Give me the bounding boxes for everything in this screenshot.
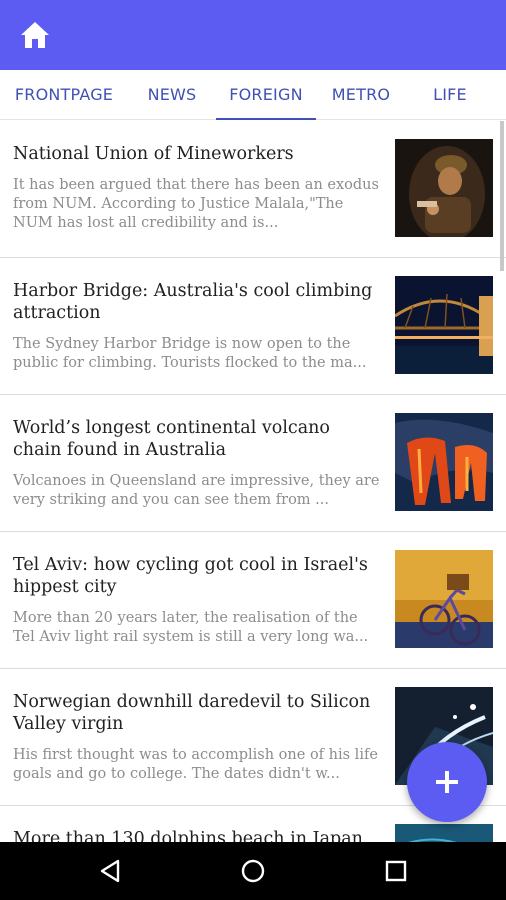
article-summary: It has been argued that there has been a…: [13, 177, 379, 231]
home-icon: [21, 22, 49, 48]
article-item[interactable]: World’s longest continental volcano chai…: [0, 395, 506, 532]
article-item[interactable]: National Union of Mineworkers It has bee…: [0, 121, 506, 258]
article-title: Harbor Bridge: Australia's cool climbing…: [13, 281, 373, 323]
app-bar: [0, 0, 506, 70]
tab-metro[interactable]: METRO: [316, 70, 406, 120]
list-scrollbar[interactable]: [500, 121, 504, 271]
article-summary: More than 20 years later, the realisatio…: [13, 610, 369, 645]
nav-back-button[interactable]: [96, 856, 126, 886]
system-nav-bar: [0, 842, 506, 900]
tab-news[interactable]: NEWS: [128, 70, 216, 120]
back-icon: [100, 859, 120, 883]
tab-bar: FRONTPAGE NEWS FOREIGN METRO LIFE: [0, 70, 506, 120]
article-thumbnail: [395, 824, 493, 842]
article-title: World’s longest continental volcano chai…: [13, 418, 330, 460]
add-fab-button[interactable]: [407, 742, 487, 822]
article-title: Tel Aviv: how cycling got cool in Israel…: [13, 555, 368, 597]
tab-life[interactable]: LIFE: [406, 70, 494, 120]
article-list: National Union of Mineworkers It has bee…: [0, 121, 506, 842]
nav-recents-button[interactable]: [381, 856, 411, 886]
article-thumbnail: [395, 413, 493, 511]
article-item[interactable]: Harbor Bridge: Australia's cool climbing…: [0, 258, 506, 395]
article-summary: Volcanoes in Queensland are impressive, …: [13, 473, 380, 508]
article-title: Norwegian downhill daredevil to Silicon …: [13, 692, 371, 734]
home-button[interactable]: [20, 20, 50, 50]
article-title: National Union of Mineworkers: [13, 144, 294, 164]
article-thumbnail: [395, 139, 493, 237]
tab-foreign[interactable]: FOREIGN: [216, 70, 316, 120]
recents-icon: [385, 860, 407, 882]
article-thumbnail: [395, 276, 493, 374]
article-thumbnail: [395, 550, 493, 648]
circle-home-icon: [241, 859, 265, 883]
article-summary: The Sydney Harbor Bridge is now open to …: [13, 336, 367, 371]
plus-icon: [436, 771, 458, 793]
tab-frontpage[interactable]: FRONTPAGE: [0, 70, 128, 120]
article-item[interactable]: Tel Aviv: how cycling got cool in Israel…: [0, 532, 506, 669]
article-title: More than 130 dolphins beach in Japan: [13, 829, 363, 842]
article-summary: His first thought was to accomplish one …: [13, 747, 378, 782]
nav-home-button[interactable]: [238, 856, 268, 886]
